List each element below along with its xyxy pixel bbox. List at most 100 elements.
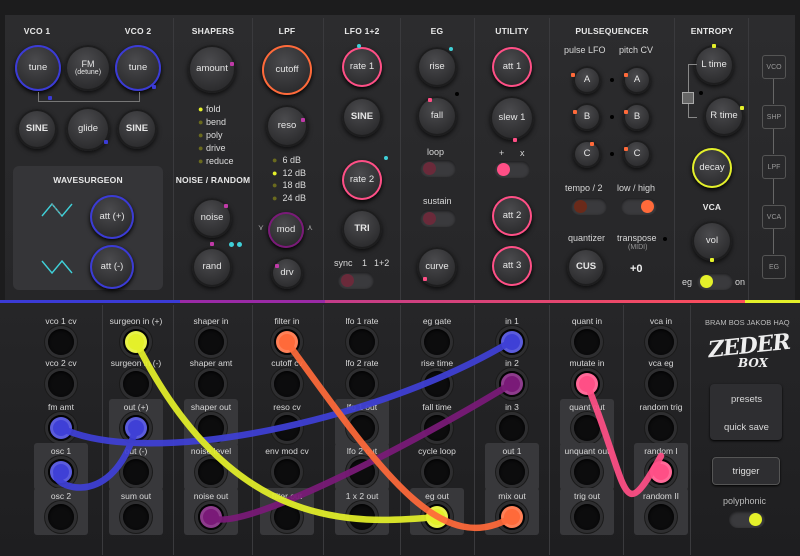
quantizer-scale-button[interactable]: CUS — [567, 248, 605, 286]
vco1-tune-knob[interactable]: tune — [15, 45, 61, 91]
jack-noise-level[interactable] — [198, 459, 224, 485]
fm-knob[interactable]: FM (detune) — [65, 45, 111, 91]
jack-fall-time[interactable] — [424, 415, 450, 441]
cable-plug[interactable] — [576, 373, 598, 395]
pitch-b-knob[interactable]: B — [623, 103, 651, 131]
rand-knob[interactable]: rand — [192, 247, 232, 287]
rate2-led — [384, 156, 388, 160]
slew1-knob[interactable]: slew 1 — [490, 96, 534, 140]
cable-plug[interactable] — [50, 417, 72, 439]
decay-knob[interactable]: decay — [692, 148, 732, 188]
jack-vca-in[interactable] — [648, 329, 674, 355]
att1-knob[interactable]: att 1 — [492, 47, 532, 87]
lfo1-wave-button[interactable]: SINE — [342, 97, 382, 137]
transpose-value[interactable]: +0 — [630, 263, 643, 275]
trigger-button[interactable]: trigger — [712, 457, 780, 485]
jack-in-3[interactable] — [499, 415, 525, 441]
att3-knob[interactable]: att 3 — [492, 246, 532, 286]
glide-knob[interactable]: glide — [66, 107, 110, 151]
tempo-toggle[interactable] — [571, 198, 607, 215]
jack-lfo-1-out[interactable] — [349, 415, 375, 441]
jack-reso-cv[interactable] — [274, 415, 300, 441]
cable-plug[interactable] — [501, 506, 523, 528]
jack-shaper-amt[interactable] — [198, 371, 224, 397]
presets-button[interactable]: presets — [731, 394, 762, 405]
jack-unquant-out[interactable] — [574, 459, 600, 485]
jack-rise-time[interactable] — [424, 371, 450, 397]
mod-knob[interactable]: mod — [268, 212, 304, 248]
entropy-lock-icon[interactable] — [682, 92, 694, 104]
jack-surgeon-in-[interactable] — [123, 371, 149, 397]
loop-toggle[interactable] — [420, 160, 456, 177]
l-time-knob[interactable]: L time — [694, 45, 734, 85]
jack-filter-out[interactable] — [274, 504, 300, 530]
jack-osc-2[interactable] — [48, 504, 74, 530]
att2-knob[interactable]: att 2 — [492, 196, 532, 236]
pitch-c-knob[interactable]: C — [623, 140, 651, 168]
cable-plug[interactable] — [426, 506, 448, 528]
db-list[interactable]: ● 6 dB ● 12 dB ● 18 dB ● 24 dB — [272, 154, 306, 204]
cable-plug[interactable] — [501, 373, 523, 395]
jack-label: in 1 — [505, 316, 519, 326]
tune1-indicator — [48, 96, 52, 100]
r-time-knob[interactable]: R time — [704, 96, 744, 136]
vco2-wave-button[interactable]: SINE — [117, 109, 157, 149]
jack-label: out 1 — [502, 446, 522, 456]
jack-quant-out[interactable] — [574, 415, 600, 441]
shaper-amount-knob[interactable]: amount — [188, 45, 236, 93]
jack-cutoff-cv[interactable] — [274, 371, 300, 397]
jack-quant-in[interactable] — [574, 329, 600, 355]
jack-vco-1-cv[interactable] — [48, 329, 74, 355]
cable-plug[interactable] — [276, 331, 298, 353]
vco1-wave-button[interactable]: SINE — [17, 109, 57, 149]
jack-env-mod-cv[interactable] — [274, 459, 300, 485]
jack-cycle-loop[interactable] — [424, 459, 450, 485]
pulse-c-knob[interactable]: C — [573, 140, 601, 168]
jack-shaper-in[interactable] — [198, 329, 224, 355]
vol-knob[interactable]: vol — [692, 221, 732, 261]
cutoff-knob[interactable]: cutoff — [262, 45, 312, 95]
jack-trig-out[interactable] — [574, 504, 600, 530]
jack-random-ii[interactable] — [648, 504, 674, 530]
cable-plug[interactable] — [125, 417, 147, 439]
rise-knob[interactable]: rise — [417, 47, 457, 87]
cable-plug[interactable] — [125, 331, 147, 353]
jack-lfo-2-out[interactable] — [349, 459, 375, 485]
drv-knob[interactable]: drv — [271, 257, 303, 289]
jack-vca-eg[interactable] — [648, 371, 674, 397]
reso-knob[interactable]: reso — [266, 105, 308, 147]
pitch-a-knob[interactable]: A — [623, 66, 651, 94]
jack-vco-2-cv[interactable] — [48, 371, 74, 397]
quick-save-button[interactable]: quick save — [724, 422, 769, 433]
jack-random-trig[interactable] — [648, 415, 674, 441]
att-minus-knob[interactable]: att (-) — [90, 245, 134, 289]
sync-toggle[interactable] — [338, 272, 374, 289]
att-plus-knob[interactable]: att (+) — [90, 195, 134, 239]
cable-plug[interactable] — [501, 331, 523, 353]
pulse-a-knob[interactable]: A — [573, 66, 601, 94]
jack-1-x-2-out[interactable] — [349, 504, 375, 530]
jack-lfo-2-rate[interactable] — [349, 371, 375, 397]
lowhigh-toggle[interactable] — [621, 198, 657, 215]
shaper-mode-list[interactable]: ● fold ● bend ● poly ● drive ● reduce — [198, 103, 233, 168]
curve-knob[interactable]: curve — [417, 247, 457, 287]
jack-lfo-1-rate[interactable] — [349, 329, 375, 355]
polyphonic-toggle[interactable] — [729, 511, 765, 528]
vca-eg-toggle[interactable] — [697, 273, 733, 290]
lfo-rate1-knob[interactable]: rate 1 — [342, 47, 382, 87]
pulse-b-knob[interactable]: B — [573, 103, 601, 131]
cable-plug[interactable] — [50, 461, 72, 483]
curve-indicator — [423, 277, 427, 281]
lfo2-wave-button[interactable]: TRI — [342, 209, 382, 249]
mix-mode-toggle[interactable] — [494, 161, 530, 178]
cable-plug[interactable] — [200, 506, 222, 528]
jack-out-[interactable] — [123, 459, 149, 485]
jack-out-1[interactable] — [499, 459, 525, 485]
cable-plug[interactable] — [650, 461, 672, 483]
fall-knob[interactable]: fall — [417, 96, 457, 136]
lfo-rate2-knob[interactable]: rate 2 — [342, 160, 382, 200]
sustain-toggle[interactable] — [420, 210, 456, 227]
jack-sum-out[interactable] — [123, 504, 149, 530]
jack-shaper-out[interactable] — [198, 415, 224, 441]
jack-eg-gate[interactable] — [424, 329, 450, 355]
